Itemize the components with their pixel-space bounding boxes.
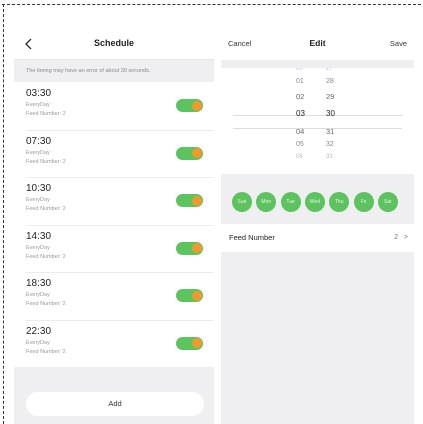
picker-minute: 28 (326, 78, 334, 85)
edit-screen: Cancel Edit Save 00 27 01 28 02 29 03 30 04 31 05 3… (221, 28, 414, 424)
picker-row[interactable]: 05 32 (221, 141, 414, 153)
picker-minute: 30 (326, 109, 335, 118)
time-picker[interactable]: 00 27 01 28 02 29 03 30 04 31 05 32 06 33 (221, 68, 414, 174)
picker-row[interactable]: 03 30 (221, 109, 414, 121)
picker-row[interactable]: 00 27 (221, 68, 414, 78)
schedule-item[interactable]: 10:30 EveryDay Feed Number: 2 (14, 177, 214, 225)
picker-hour: 06 (296, 154, 303, 160)
schedule-time: 14:30 (26, 230, 52, 242)
schedule-nav-bar: Schedule (14, 28, 214, 60)
save-button[interactable]: Save (390, 39, 407, 48)
picker-minute: 31 (326, 127, 335, 136)
toggle-knob (191, 195, 202, 206)
schedule-item[interactable]: 18:30 EveryDay Feed Number: 2 (14, 272, 214, 320)
day-tue-button[interactable]: Tue (280, 192, 301, 212)
schedule-item[interactable]: 07:30 EveryDay Feed Number: 2 (14, 129, 214, 178)
schedule-toggle[interactable] (176, 289, 203, 302)
schedule-item[interactable]: 14:30 EveryDay Feed Number: 2 (14, 224, 214, 273)
schedule-toggle[interactable] (176, 146, 203, 160)
day-sun-button[interactable]: Sun (232, 192, 252, 212)
timing-notice: The timing may have an error of about 30… (14, 60, 214, 82)
schedule-toggle[interactable] (176, 241, 203, 255)
schedule-item[interactable]: 22:30 EveryDay Feed Number: 2 (14, 319, 214, 368)
picker-row[interactable]: 06 33 (221, 154, 414, 166)
picker-hour: 05 (296, 141, 304, 148)
day-sat-button[interactable]: Sat (377, 192, 398, 212)
page-title: Edit (309, 38, 326, 48)
picker-minute: 29 (326, 92, 335, 101)
schedule-time: 22:30 (26, 325, 52, 337)
add-button[interactable]: Add (26, 392, 204, 416)
toggle-knob (191, 243, 202, 253)
schedule-toggle[interactable] (176, 99, 203, 112)
day-wed-button[interactable]: Wed (304, 192, 325, 212)
picker-row[interactable]: 04 31 (221, 127, 414, 139)
edit-nav-bar: Cancel Edit Save (221, 28, 414, 60)
day-thu-button[interactable]: Thu (329, 192, 350, 212)
picker-hour: 00 (296, 68, 303, 72)
picker-minute: 33 (326, 154, 333, 160)
page-title: Schedule (93, 38, 134, 48)
schedule-time: 07:30 (26, 135, 52, 147)
picker-hour: 03 (296, 109, 305, 118)
picker-minute: 32 (326, 141, 334, 148)
feed-number-value: 2 (394, 234, 398, 241)
chevron-right-icon: > (403, 234, 408, 241)
toggle-knob (191, 100, 202, 111)
schedule-toggle[interactable] (176, 336, 203, 350)
feed-number-label: Feed Number (229, 233, 275, 242)
schedule-list: 03:30 EveryDay Feed Number: 2 07:30 Ever… (14, 82, 214, 367)
schedule-screen: Schedule The timing may have an error of… (14, 28, 214, 424)
screenshot-frame: Schedule The timing may have an error of… (0, 0, 423, 424)
schedule-toggle[interactable] (176, 194, 203, 207)
weekday-selector: Sun Mon Tue Wed Thu Fri Sat (221, 174, 414, 224)
feed-number-row[interactable]: Feed Number 2 > (221, 224, 414, 252)
dashed-border-top (2, 4, 421, 5)
picker-row[interactable]: 01 28 (221, 78, 414, 90)
day-mon-button[interactable]: Mon (256, 192, 277, 212)
picker-row[interactable]: 02 29 (221, 92, 414, 104)
picker-hour: 02 (296, 92, 305, 101)
picker-hour: 01 (296, 78, 304, 85)
toggle-knob (191, 290, 202, 301)
picker-minute: 27 (326, 68, 333, 72)
picker-hour: 04 (296, 127, 305, 136)
toggle-knob (191, 148, 202, 158)
day-fri-button[interactable]: Fri (353, 192, 374, 212)
schedule-item[interactable]: 03:30 EveryDay Feed Number: 2 (14, 82, 214, 130)
toggle-knob (191, 338, 202, 348)
dashed-border-left (3, 4, 4, 424)
